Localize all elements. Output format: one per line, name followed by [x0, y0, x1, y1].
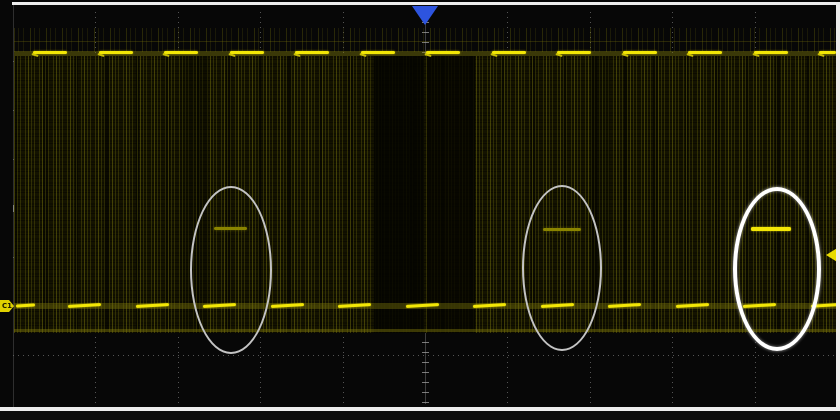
channel-offset-badge[interactable]: C1 — [0, 300, 14, 312]
annotation-ellipse — [522, 185, 602, 351]
waveform-dash — [230, 51, 264, 54]
waveform-dash — [819, 51, 836, 54]
waveform-dash — [623, 51, 657, 54]
waveform-dash — [492, 51, 526, 54]
noise-band-main — [14, 56, 836, 333]
screen-border-top — [12, 2, 840, 5]
dim-trace-row — [14, 329, 836, 332]
annotation-ellipse — [733, 187, 821, 351]
waveform-dash — [557, 51, 591, 54]
waveform-dash — [688, 51, 722, 54]
noise-dark-gap — [427, 56, 475, 333]
trigger-position-triangle-icon[interactable] — [412, 6, 438, 25]
waveform-dash — [33, 51, 67, 54]
noise-band-upper — [14, 28, 836, 52]
annotation-ellipse — [190, 186, 272, 354]
waveform-dash — [754, 51, 788, 54]
noise-dark-gap — [374, 56, 424, 333]
dim-trace-row — [14, 41, 836, 42]
waveform-dash — [295, 51, 329, 54]
waveform-dash — [99, 51, 133, 54]
screen-border-margin — [0, 411, 840, 420]
oscilloscope-screen: C1 — [0, 0, 840, 420]
screen-border-right — [836, 2, 840, 411]
grid-line-horizontal — [13, 355, 837, 356]
waveform-dash — [361, 51, 395, 54]
waveform-dash — [426, 51, 460, 54]
waveform-dash — [164, 51, 198, 54]
